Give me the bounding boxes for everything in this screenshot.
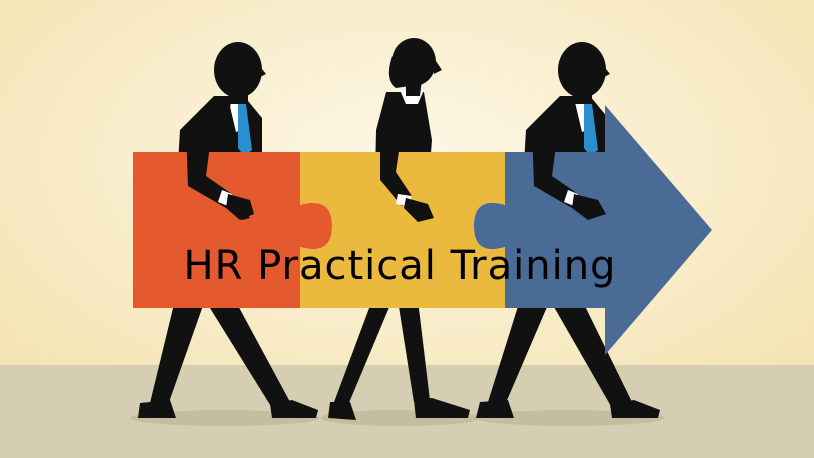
floor-shadows — [130, 410, 665, 426]
hr-training-illustration: HR Practical Training — [0, 0, 814, 458]
banner-title: HR Practical Training — [183, 243, 617, 289]
illustration-canvas — [0, 0, 814, 458]
